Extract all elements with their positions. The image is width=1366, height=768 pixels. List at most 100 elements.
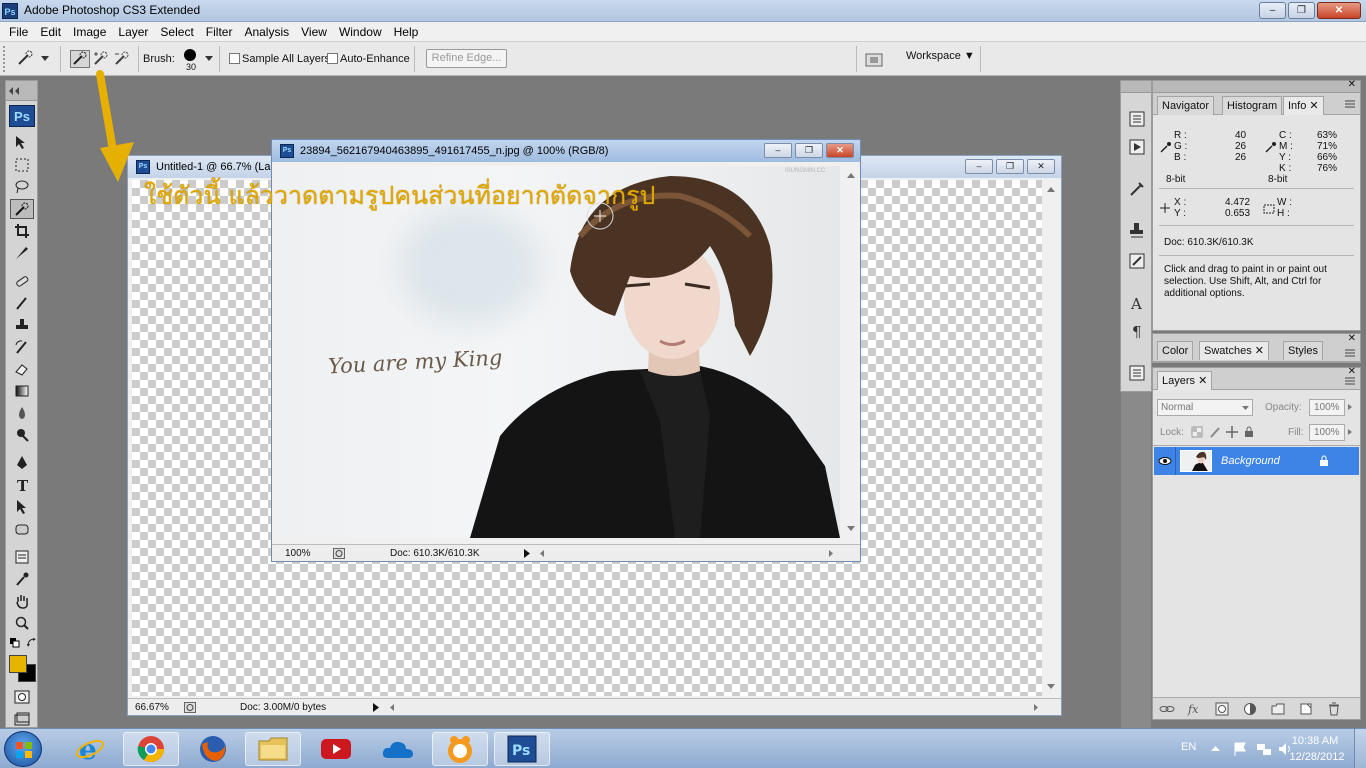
menu-file[interactable]: File [3, 22, 34, 42]
status-info-icon[interactable] [333, 548, 345, 559]
taskbar-firefox[interactable] [185, 732, 241, 766]
minimize-button[interactable]: – [1259, 2, 1286, 19]
menu-window[interactable]: Window [333, 22, 388, 42]
panel-close-icon[interactable]: ✕ [1348, 79, 1356, 90]
network-icon[interactable] [1256, 741, 1272, 757]
lasso-tool[interactable] [10, 177, 34, 197]
screen-mode-button[interactable] [10, 709, 34, 729]
brush-tool[interactable] [10, 293, 34, 313]
tab-close-icon[interactable]: ✕ [1309, 100, 1318, 112]
panel-menu-icon[interactable] [1345, 348, 1357, 358]
zoom-tool[interactable] [10, 613, 34, 633]
panel-group-header[interactable]: ✕ [1153, 79, 1360, 93]
subtract-from-selection-mode-button[interactable] [112, 50, 132, 68]
brush-picker-chevron-icon[interactable] [205, 56, 213, 62]
photo-vertical-scrollbar[interactable] [845, 166, 857, 538]
status-info-icon[interactable] [184, 702, 196, 713]
layer-visibility-eye-icon[interactable] [1158, 455, 1172, 467]
opacity-field[interactable]: 100% [1309, 399, 1345, 416]
layer-style-fx-icon[interactable]: fx [1187, 702, 1203, 716]
tab-styles[interactable]: Styles [1283, 341, 1323, 360]
toolbox-header[interactable] [6, 81, 37, 101]
foreground-color-swatch[interactable] [9, 655, 27, 673]
eyedropper-readout-cmyk-icon[interactable] [1265, 141, 1277, 153]
move-tool[interactable] [10, 133, 34, 153]
new-selection-mode-button[interactable] [70, 50, 90, 68]
tab-swatches[interactable]: Swatches ✕ [1199, 341, 1269, 360]
doc-minimize-button[interactable]: – [965, 159, 993, 174]
options-bar-grip[interactable] [3, 46, 7, 72]
show-hidden-icons-icon[interactable] [1211, 745, 1220, 752]
tab-navigator[interactable]: Navigator [1157, 96, 1215, 115]
photo-canvas[interactable]: You are my King ISUNGMIN.CC [280, 166, 840, 538]
tab-layers[interactable]: Layers ✕ [1157, 371, 1213, 390]
restore-button[interactable]: ❐ [1288, 2, 1315, 19]
menu-layer[interactable]: Layer [112, 22, 154, 42]
menu-edit[interactable]: Edit [34, 22, 67, 42]
add-to-selection-mode-button[interactable] [91, 50, 111, 68]
new-layer-icon[interactable] [1299, 702, 1313, 716]
panel-close-icon[interactable]: ✕ [1348, 333, 1356, 344]
crop-tool[interactable] [10, 221, 34, 241]
delete-layer-trash-icon[interactable] [1327, 702, 1341, 716]
tab-color[interactable]: Color [1157, 341, 1194, 360]
auto-enhance-checkbox[interactable] [327, 53, 338, 64]
menu-select[interactable]: Select [154, 22, 199, 42]
slice-tool[interactable] [10, 243, 34, 263]
opacity-slider-arrow-icon[interactable] [1347, 403, 1353, 411]
clone-source-panel-icon[interactable] [1127, 221, 1147, 241]
pen-tool[interactable] [10, 453, 34, 473]
taskbar-internet-explorer[interactable]: e [62, 732, 118, 766]
path-selection-tool[interactable] [10, 497, 34, 517]
workspace-menu-button[interactable]: Workspace ▼ [906, 50, 975, 62]
scroll-right-arrow-icon[interactable] [827, 548, 835, 559]
healing-brush-tool[interactable] [10, 271, 34, 291]
clone-stamp-tool[interactable] [10, 315, 34, 335]
vertical-scrollbar[interactable] [1044, 180, 1058, 696]
marquee-tool[interactable] [10, 155, 34, 175]
eyedropper-tool[interactable] [10, 569, 34, 589]
taskbar-file-explorer[interactable] [245, 732, 301, 766]
taskbar-photoshop[interactable]: Ps [494, 732, 550, 766]
quick-mask-button[interactable] [10, 687, 34, 707]
tool-presets-panel-icon[interactable] [1127, 179, 1147, 199]
doc-close-button[interactable]: ✕ [826, 143, 854, 158]
bridge-icon[interactable] [864, 51, 886, 69]
scroll-left-arrow-icon[interactable] [538, 548, 546, 559]
scroll-down-arrow-icon[interactable] [1044, 682, 1058, 692]
zoom-level[interactable]: 66.67% [135, 702, 169, 713]
menu-analysis[interactable]: Analysis [238, 22, 295, 42]
lock-pixels-brush-icon[interactable] [1209, 426, 1221, 438]
taskbar-youtube[interactable] [308, 732, 364, 766]
taskbar-gom-player[interactable] [432, 732, 488, 766]
lock-position-move-icon[interactable] [1226, 426, 1238, 438]
link-layers-icon[interactable] [1159, 703, 1175, 715]
history-brush-tool[interactable] [10, 337, 34, 357]
add-mask-icon[interactable] [1215, 702, 1229, 716]
fill-slider-arrow-icon[interactable] [1347, 428, 1353, 436]
input-language[interactable]: EN [1181, 741, 1196, 753]
menu-help[interactable]: Help [388, 22, 425, 42]
actions-panel-icon[interactable] [1127, 137, 1147, 157]
tab-close-icon[interactable]: ✕ [1198, 375, 1207, 387]
scroll-left-arrow-icon[interactable] [388, 702, 396, 713]
character-panel-icon[interactable]: A [1127, 293, 1147, 313]
lock-all-padlock-icon[interactable] [1243, 426, 1255, 438]
doc-minimize-button[interactable]: – [764, 143, 792, 158]
default-colors-icon[interactable] [10, 638, 20, 648]
fill-field[interactable]: 100% [1309, 424, 1345, 441]
eraser-tool[interactable] [10, 359, 34, 379]
quick-selection-tool[interactable] [10, 199, 34, 219]
type-tool[interactable]: T [10, 475, 34, 495]
new-group-folder-icon[interactable] [1271, 702, 1285, 716]
panel-menu-icon[interactable] [1345, 99, 1357, 109]
adjustment-layer-icon[interactable] [1243, 702, 1257, 716]
clock-time[interactable]: 10:38 AM [1290, 735, 1340, 747]
scroll-right-arrow-icon[interactable] [1032, 702, 1040, 713]
layer-row-background[interactable]: Background [1154, 447, 1359, 475]
status-menu-arrow-icon[interactable] [372, 702, 380, 713]
brushes-panel-icon[interactable] [1127, 251, 1147, 271]
layer-comps-panel-icon[interactable] [1127, 363, 1147, 383]
zoom-level[interactable]: 100% [285, 548, 311, 559]
lock-transparency-icon[interactable] [1191, 426, 1203, 438]
